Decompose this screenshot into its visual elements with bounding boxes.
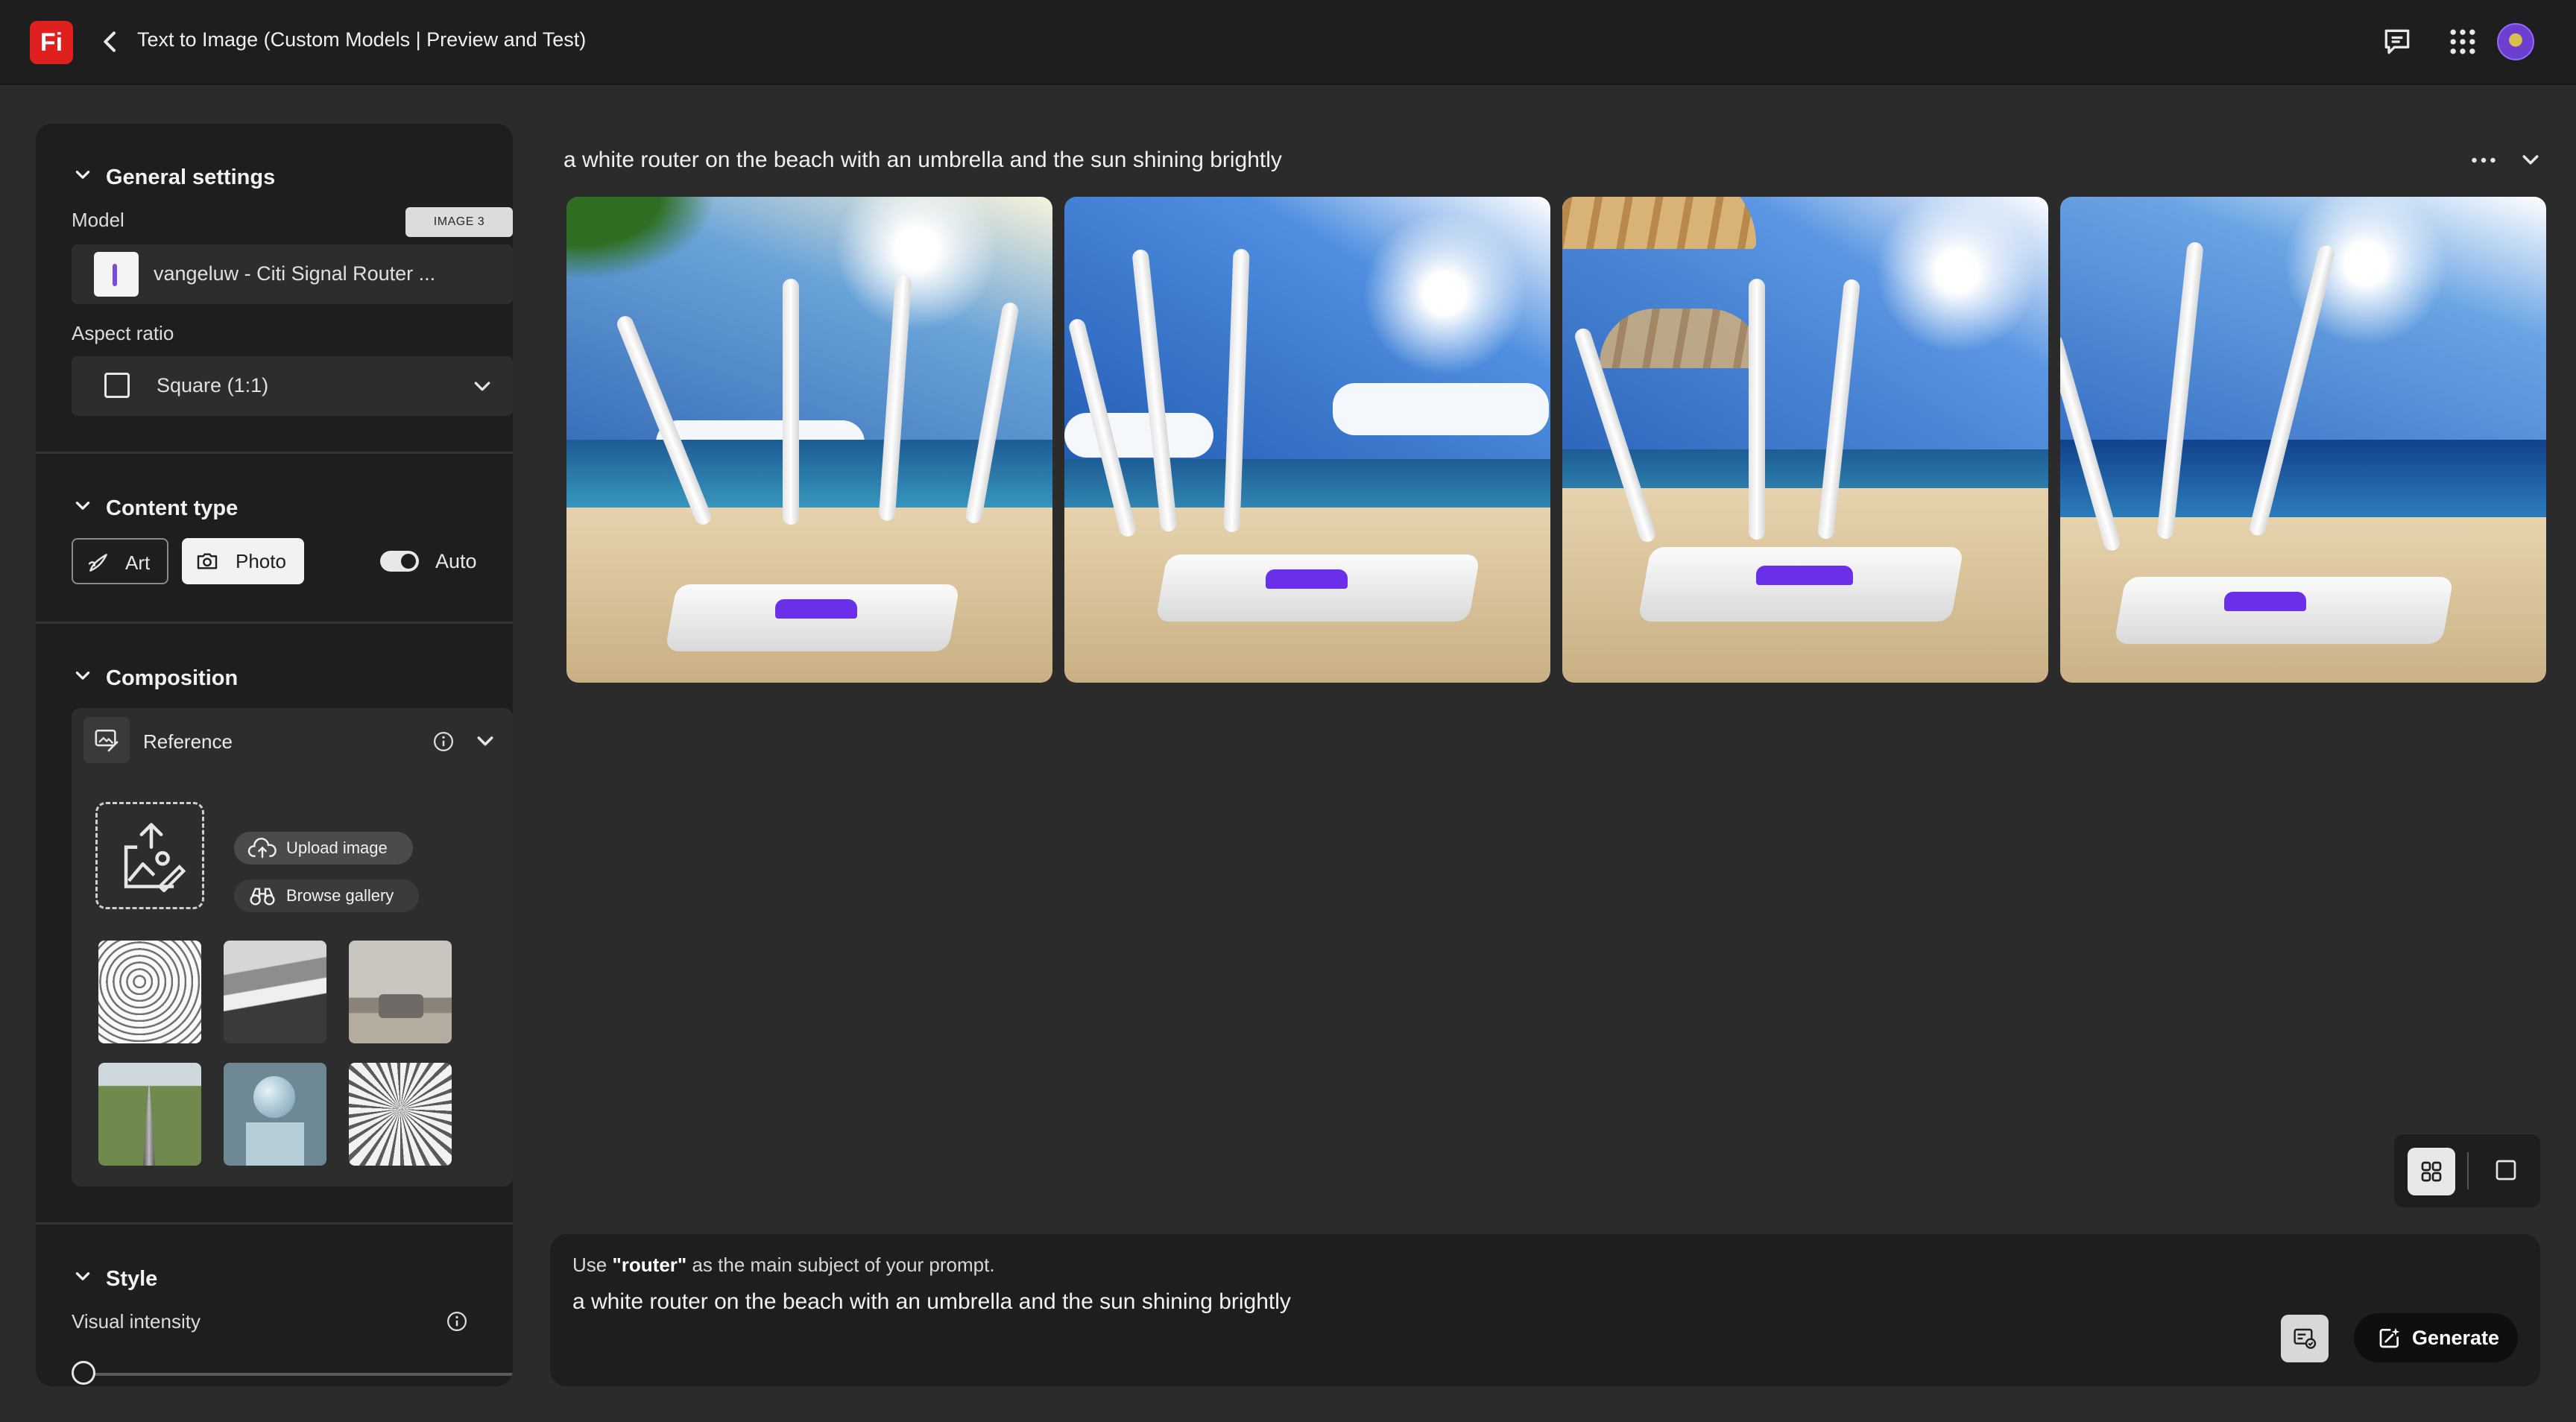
camera-icon <box>197 553 218 569</box>
image-sea <box>2060 440 2546 528</box>
model-select[interactable]: vangeluw - Citi Signal Router ... <box>72 244 513 304</box>
divider <box>36 1222 513 1224</box>
generate-button[interactable]: Generate <box>2354 1313 2518 1362</box>
square-ratio-icon <box>104 373 130 398</box>
grid-view-button[interactable] <box>2408 1148 2455 1195</box>
auto-toggle-switch[interactable] <box>380 551 419 572</box>
back-chevron-icon[interactable] <box>95 27 125 57</box>
chat-icon[interactable] <box>2381 25 2414 58</box>
prompt-bar: Use "router" as the main subject of your… <box>550 1234 2540 1386</box>
router-antenna <box>783 279 799 525</box>
info-icon[interactable] <box>446 1310 468 1333</box>
model-label: Model <box>72 209 124 231</box>
router-logo <box>1266 569 1348 589</box>
page-title: Text to Image (Custom Models | Preview a… <box>137 28 587 51</box>
firefly-logo[interactable]: Fi <box>30 21 73 64</box>
prompt-input[interactable] <box>571 1283 2211 1321</box>
grid-view-icon <box>2421 1161 2442 1182</box>
model-version-badge: IMAGE 3 <box>405 207 513 237</box>
reference-thumbnail-mountain-river[interactable] <box>224 941 326 1043</box>
top-bar: Fi Text to Image (Custom Models | Previe… <box>0 0 2576 85</box>
prompt-suggestions-button[interactable] <box>2281 1315 2329 1362</box>
model-value: vangeluw - Citi Signal Router ... <box>154 262 436 285</box>
router-logo <box>775 599 857 619</box>
upload-dropzone[interactable] <box>95 802 204 909</box>
visual-intensity-slider-handle[interactable] <box>72 1361 95 1385</box>
settings-sidebar: General settings Model IMAGE 3 vangeluw … <box>36 124 513 1386</box>
model-thumbnail <box>94 252 139 297</box>
image-umbrella <box>1600 309 1764 368</box>
chevron-down-icon <box>474 382 490 391</box>
more-options-icon[interactable] <box>2469 149 2498 171</box>
section-content-type[interactable]: Content type <box>73 496 238 521</box>
content-type-art-button[interactable]: Art <box>72 538 168 584</box>
reference-thumbnail-sphere-pedestal[interactable] <box>224 1063 326 1166</box>
result-image-4[interactable] <box>2060 197 2546 683</box>
apps-grid-icon[interactable] <box>2446 25 2479 58</box>
view-mode-toggle <box>2394 1134 2540 1207</box>
reference-icon <box>83 717 130 763</box>
single-view-icon <box>2496 1160 2516 1181</box>
upload-image-icon <box>124 823 186 892</box>
aspect-ratio-label: Aspect ratio <box>72 322 174 344</box>
router-logo <box>1756 566 1853 585</box>
prompt-hint: Use "router" as the main subject of your… <box>572 1254 995 1276</box>
router-logo <box>2224 592 2306 611</box>
chevron-down-icon[interactable] <box>2519 149 2542 171</box>
visual-intensity-track[interactable] <box>83 1373 513 1376</box>
cloud-upload-icon <box>247 838 277 859</box>
visual-intensity-label: Visual intensity <box>72 1310 201 1333</box>
chevron-down-icon[interactable] <box>474 730 496 753</box>
image-cloud <box>1064 413 1213 458</box>
single-view-button[interactable] <box>2487 1151 2525 1189</box>
result-image-2[interactable] <box>1064 197 1550 683</box>
reference-thumbnail-owl-pattern[interactable] <box>349 1063 452 1166</box>
reference-thumbnail-bird-sketch[interactable] <box>98 941 201 1043</box>
router-antenna <box>1749 279 1765 540</box>
info-icon[interactable] <box>432 730 455 753</box>
generate-sparkle-icon <box>2379 1327 2400 1348</box>
reference-panel: Reference Upload image Browse gallery <box>72 708 513 1186</box>
divider <box>36 452 513 454</box>
upload-image-button[interactable]: Upload image <box>234 832 413 865</box>
divider <box>2467 1152 2469 1189</box>
image-sun <box>1875 197 2039 353</box>
browse-gallery-button[interactable]: Browse gallery <box>234 879 419 912</box>
reference-label: Reference <box>143 730 233 753</box>
image-umbrella <box>1562 197 1756 249</box>
image-settings-icon <box>2294 1328 2317 1349</box>
brush-icon <box>88 554 107 572</box>
reference-thumbnail-living-room[interactable] <box>349 941 452 1043</box>
image-palm <box>566 197 738 294</box>
section-general-settings[interactable]: General settings <box>73 165 275 190</box>
section-composition[interactable]: Composition <box>73 666 238 691</box>
reference-thumbnail-road-field[interactable] <box>98 1063 201 1166</box>
result-image-1[interactable] <box>566 197 1052 683</box>
avatar[interactable] <box>2497 23 2534 60</box>
image-cloud <box>1333 383 1549 435</box>
content-type-photo-button[interactable]: Photo <box>182 538 304 584</box>
section-style[interactable]: Style <box>73 1267 157 1292</box>
generated-prompt-heading: a white router on the beach with an umbr… <box>564 148 1282 172</box>
binoculars-icon <box>250 888 275 906</box>
auto-toggle-label: Auto <box>435 550 477 572</box>
aspect-ratio-select[interactable]: Square (1:1) <box>72 356 513 416</box>
divider <box>36 622 513 624</box>
aspect-ratio-value: Square (1:1) <box>157 374 269 396</box>
image-sun <box>1363 212 1527 376</box>
result-image-3[interactable] <box>1562 197 2048 683</box>
